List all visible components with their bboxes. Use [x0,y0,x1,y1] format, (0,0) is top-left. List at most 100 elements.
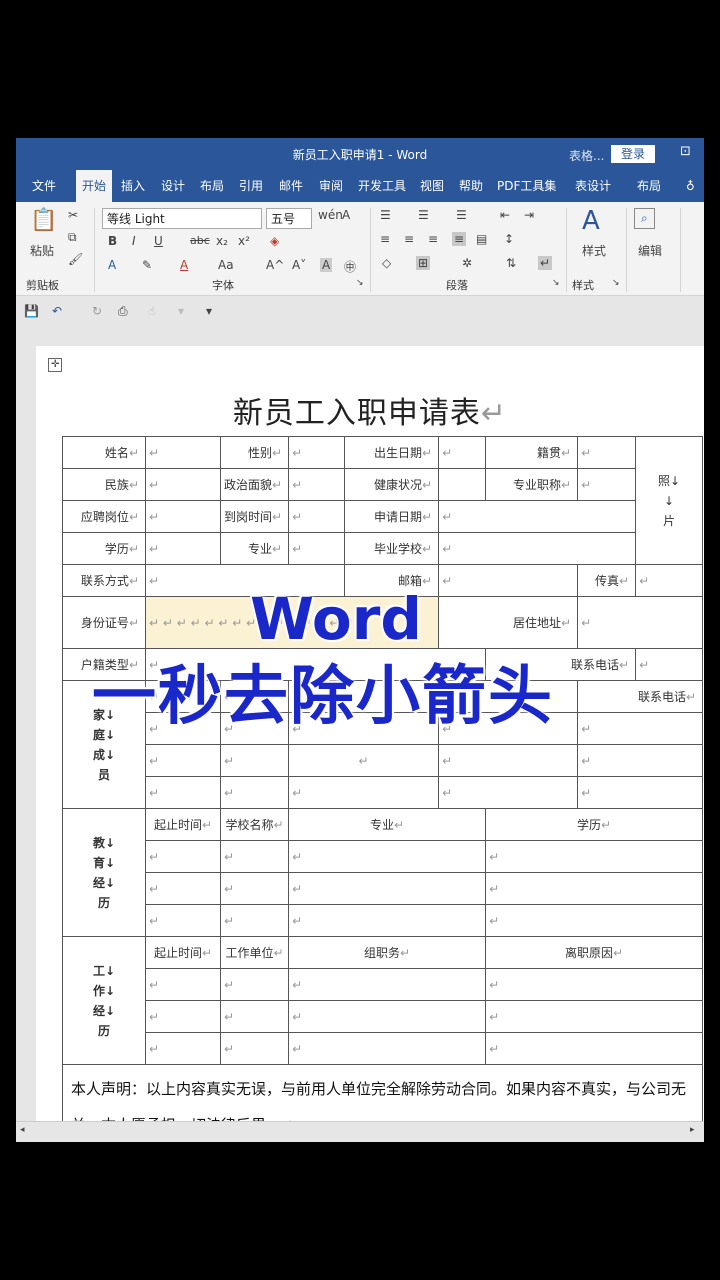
highlight-icon[interactable]: ✎ [142,258,152,272]
cell-name-value[interactable]: ↵ [145,436,221,469]
cell[interactable]: ↵ [577,712,704,745]
align-right-icon[interactable]: ≡ [428,232,438,246]
tab-help[interactable]: 帮助 [459,170,483,202]
cell[interactable]: ↵ [219,744,290,777]
find-icon[interactable]: ⌕ [634,208,655,229]
align-left-icon[interactable]: ≡ [380,232,390,246]
scroll-right-icon[interactable]: ▸ [690,1125,695,1135]
tell-me-icon[interactable]: ♁ [686,170,695,202]
paragraph-dialog-icon[interactable]: ↘ [552,278,560,288]
font-size-input[interactable]: 五号 [266,208,312,229]
cell[interactable]: ↵ [145,1000,221,1033]
cell[interactable]: ↵ [288,872,487,905]
shading-icon[interactable]: ◇ [382,256,391,270]
cell[interactable]: ↵ [288,840,487,873]
ribbon-display-icon[interactable]: ⊡ [680,144,691,159]
cell[interactable]: ↵ [485,968,704,1001]
borders-icon[interactable]: ⊞ [416,256,431,270]
tab-pdf-tools[interactable]: PDF工具集 [497,170,556,202]
underline-button[interactable]: U [154,234,163,248]
cell[interactable]: ↵ [288,904,487,937]
format-painter-icon[interactable]: 🖌 [68,252,83,266]
login-button[interactable]: 登录 [611,145,655,163]
cell[interactable]: ↵ [219,872,290,905]
cell-fax-value[interactable]: ↵ [635,564,704,597]
cell-education-value[interactable]: ↵ [145,532,221,565]
styles-icon[interactable]: A [582,206,600,236]
cell-title-value[interactable]: ↵ [577,468,637,501]
grow-font-button[interactable]: A^ [266,258,284,272]
line-spacing-icon[interactable]: ↕ [504,232,514,246]
paste-icon[interactable]: 📋 [30,208,57,233]
undo-icon[interactable]: ↶ [52,304,62,318]
clear-format-icon[interactable]: ◈ [270,234,279,248]
cell-school-value[interactable]: ↵ [438,532,637,565]
cell[interactable]: ↵ [485,1032,704,1065]
cell[interactable]: ↵ [288,744,440,777]
cell-political-value[interactable]: ↵ [288,468,346,501]
tab-design[interactable]: 设计 [161,170,185,202]
cell-major-value[interactable]: ↵ [288,532,346,565]
font-color-icon[interactable]: A [180,258,188,272]
align-center-icon[interactable]: ≡ [404,232,414,246]
cell[interactable]: ↵ [438,744,579,777]
sort-icon[interactable]: ⇅ [506,256,516,270]
cell[interactable]: ↵ [219,904,290,937]
editing-button[interactable]: 编辑 [638,242,662,259]
cell[interactable]: ↵ [485,872,704,905]
styles-button[interactable]: 样式 [582,242,606,259]
cell-address-value[interactable]: ↵ [577,596,704,649]
cell[interactable]: ↵ [288,1032,487,1065]
save-icon[interactable]: 💾 [24,304,39,318]
cell-ethnicity-value[interactable]: ↵ [145,468,221,501]
cell[interactable]: ↵ [145,1032,221,1065]
show-marks-icon[interactable]: ↵ [538,256,553,270]
cell[interactable]: ↵ [577,776,704,809]
superscript-button[interactable]: x² [238,234,250,248]
cell[interactable]: ↵ [219,840,290,873]
tab-view[interactable]: 视图 [420,170,444,202]
cell-phone-value[interactable]: ↵ [635,648,704,681]
justify-icon[interactable]: ≡ [452,232,467,246]
cell-arrival-value[interactable]: ↵ [288,500,346,533]
cell-email-value[interactable]: ↵ [438,564,579,597]
cell-health-value[interactable] [438,468,487,501]
distributed-icon[interactable]: ▤ [476,232,487,246]
print-preview-icon[interactable]: ⎙ [118,304,128,319]
cell[interactable]: ↵ [485,840,704,873]
cell[interactable]: ↵ [219,968,290,1001]
paste-button[interactable]: 粘贴 [30,242,54,259]
multilevel-list-icon[interactable]: ☰ [456,208,467,222]
subscript-button[interactable]: x₂ [216,234,228,248]
cell[interactable]: ↵ [577,744,704,777]
tab-developer[interactable]: 开发工具 [358,170,406,202]
cell[interactable]: ↵ [145,840,221,873]
text-effects-icon[interactable]: A [108,258,116,272]
tab-mailings[interactable]: 邮件 [279,170,303,202]
cell[interactable]: ↵ [145,776,221,809]
cell[interactable]: ↵ [145,968,221,1001]
font-dialog-icon[interactable]: ↘ [356,278,364,288]
cell[interactable]: ↵ [219,1032,290,1065]
bullets-icon[interactable]: ☰ [380,208,391,222]
tab-layout[interactable]: 布局 [200,170,224,202]
cell[interactable]: ↵ [219,776,290,809]
cell[interactable]: ↵ [145,872,221,905]
shrink-font-button[interactable]: A˅ [292,258,306,272]
cell-photo[interactable]: 照↓ ↓ 片 [635,436,704,565]
increase-indent-icon[interactable]: ⇥ [524,208,534,222]
cell[interactable]: ↵ [288,776,440,809]
enclose-char-icon[interactable]: ㊥ [344,258,356,275]
cut-icon[interactable]: ✂ [68,208,78,222]
phonetic-guide-icon[interactable]: wén [318,208,343,222]
decrease-indent-icon[interactable]: ⇤ [500,208,510,222]
cell[interactable]: ↵ [219,1000,290,1033]
copy-icon[interactable]: ⧉ [68,230,77,245]
cell[interactable]: ↵ [145,744,221,777]
cell-apply-date-value[interactable]: ↵ [438,500,637,533]
styles-dialog-icon[interactable]: ↘ [612,278,620,288]
cell-declaration[interactable]: 本人声明：以上内容真实无误，与前用人单位完全解除劳动合同。如果内容不真实，与公司… [61,1064,704,1121]
horizontal-scrollbar[interactable]: ◂ ▸ [16,1121,704,1142]
char-shading-icon[interactable]: A [320,258,333,272]
scroll-left-icon[interactable]: ◂ [20,1125,25,1135]
